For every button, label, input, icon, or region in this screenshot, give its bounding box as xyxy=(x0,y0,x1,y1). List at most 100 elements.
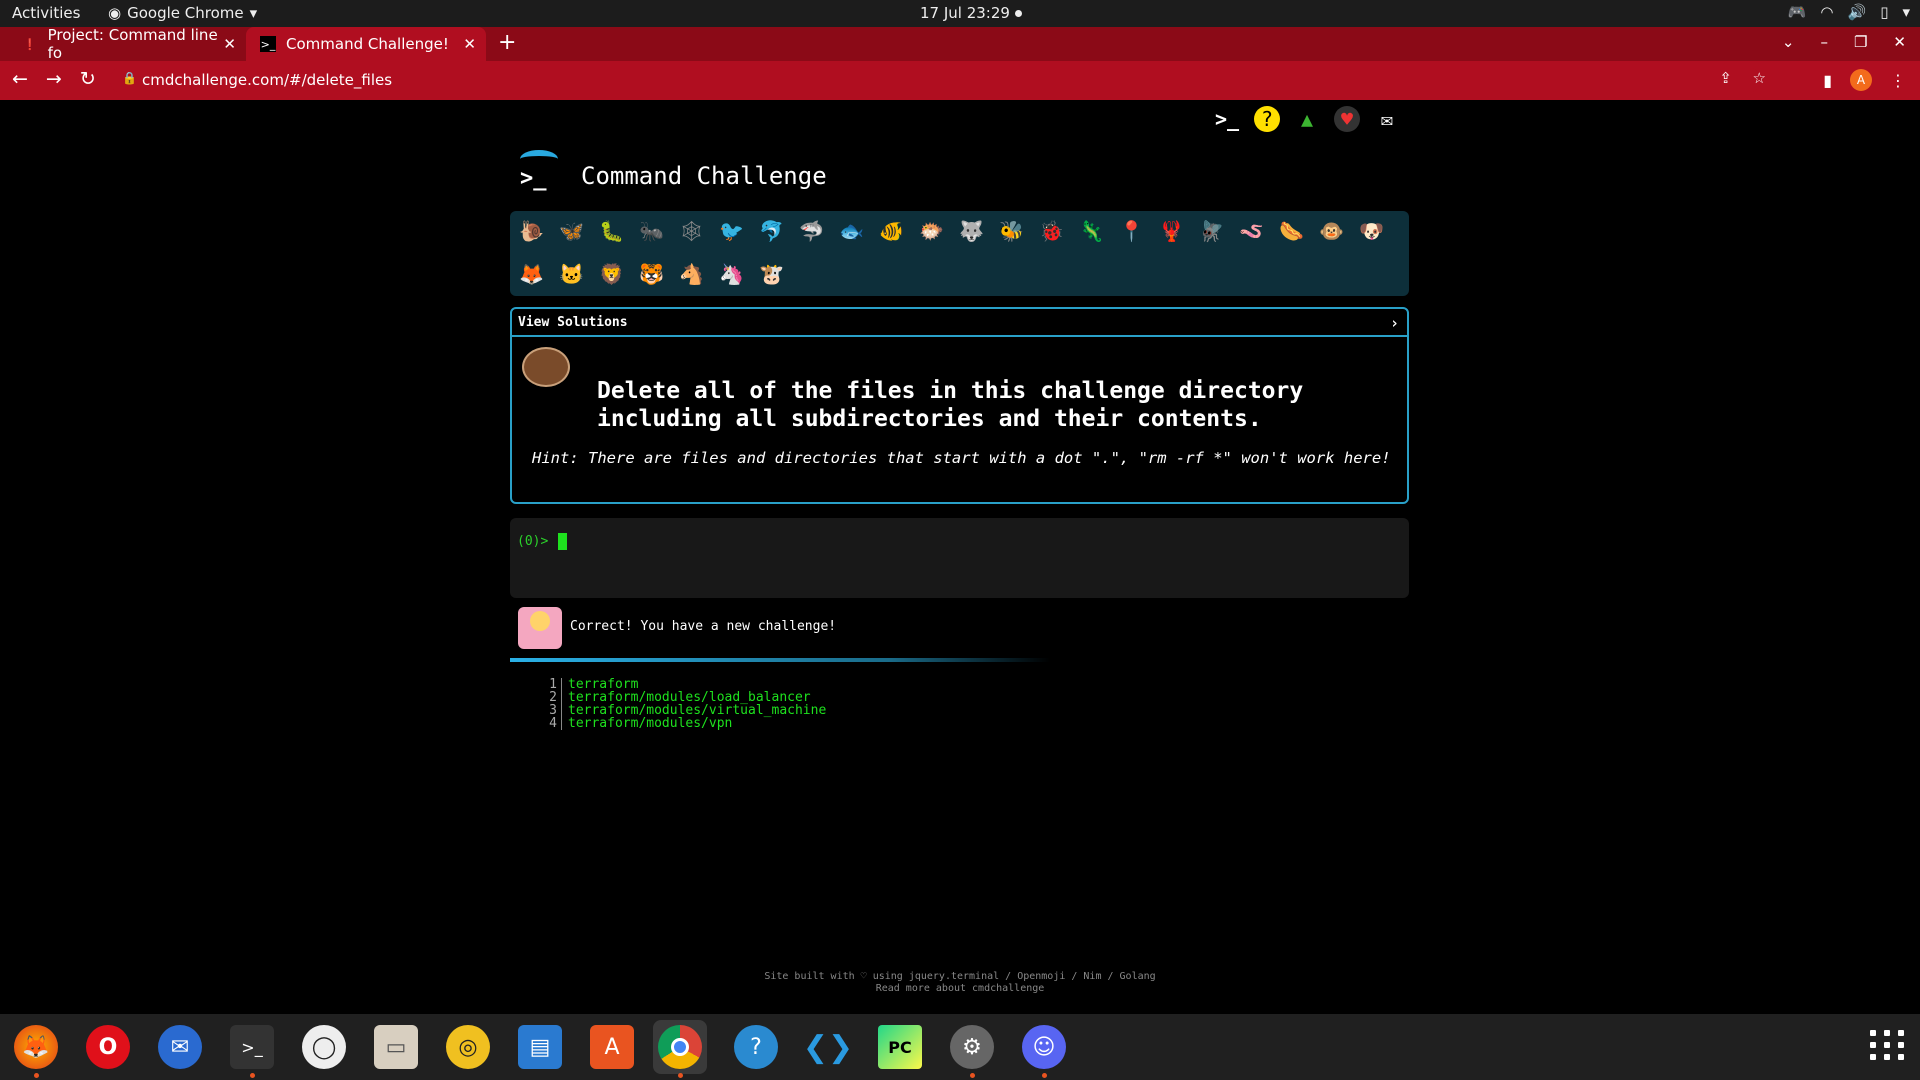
tiger-icon[interactable]: 🐯 xyxy=(636,259,667,290)
dock-opera[interactable]: O xyxy=(81,1020,135,1074)
fox-icon[interactable]: 🦊 xyxy=(516,259,547,290)
tab-command-challenge[interactable]: >_ Command Challenge! ✕ xyxy=(246,27,486,61)
mail-icon[interactable]: ✉ xyxy=(1374,106,1400,132)
dock-firefox[interactable]: 🦊 xyxy=(9,1020,63,1078)
lock-icon[interactable]: 🔒 xyxy=(122,71,137,85)
dock-files[interactable]: ▭ xyxy=(369,1020,423,1074)
dock-terminal[interactable]: >_ xyxy=(225,1020,279,1078)
worm-icon[interactable]: 🪱 xyxy=(1236,215,1267,246)
tree-icon[interactable]: ▲ xyxy=(1294,106,1320,132)
bird-icon[interactable]: 🐦 xyxy=(716,215,747,246)
restore-icon[interactable]: ❐ xyxy=(1854,33,1867,51)
volume-icon[interactable]: 🔊 xyxy=(1848,3,1867,21)
app-name: Google Chrome xyxy=(127,4,244,22)
wifi-icon[interactable]: ◠ xyxy=(1820,3,1833,21)
site-title[interactable]: Command Challenge xyxy=(581,162,827,190)
system-tray[interactable]: 🎮 ◠ 🔊 ▯ ▾ xyxy=(1788,3,1910,21)
minimize-icon[interactable]: – xyxy=(1820,33,1828,51)
reload-icon[interactable]: ↻ xyxy=(80,68,96,90)
page-content: >_ ? ▲ ♥ ✉ >_ Command Challenge 🐌 🦋 🐛 🐜 … xyxy=(0,100,1920,1014)
terminal-prompt: (0)> xyxy=(517,534,549,549)
bookmark-star-icon[interactable]: ☆ xyxy=(1753,69,1766,87)
chevron-right-icon[interactable]: › xyxy=(1390,314,1399,332)
lobster-icon[interactable]: 🦞 xyxy=(1156,215,1187,246)
lizard-icon[interactable]: 🦎 xyxy=(1076,215,1107,246)
terminal-prompt-icon: >_ xyxy=(520,166,547,191)
wolf-icon[interactable]: 🐺 xyxy=(956,215,987,246)
cat-icon[interactable]: 🐱 xyxy=(556,259,587,290)
activities-button[interactable]: Activities xyxy=(12,4,80,22)
caterpillar-icon[interactable]: 🐛 xyxy=(596,215,627,246)
sausage-icon[interactable]: 🌭 xyxy=(1276,215,1307,246)
clock[interactable]: 17 Jul 23:29 xyxy=(920,4,1010,22)
battery-icon[interactable]: ▯ xyxy=(1880,3,1888,21)
favicon-icon: ❗ xyxy=(22,37,37,51)
footer-about-link[interactable]: Read more about cmdchallenge xyxy=(0,983,1920,995)
close-window-icon[interactable]: ✕ xyxy=(1893,33,1906,51)
site-logo[interactable]: >_ xyxy=(520,150,558,192)
tropical-fish-icon[interactable]: 🐠 xyxy=(876,215,907,246)
dock-chrome[interactable] xyxy=(653,1020,707,1078)
pufferfish-icon xyxy=(522,347,570,387)
dock-thunderbird[interactable]: ✉ xyxy=(153,1020,207,1074)
window-controls: ⌄ – ❐ ✕ xyxy=(1782,33,1906,51)
command-output: 1 terraform 2 terraform/modules/load_balan… xyxy=(545,678,826,730)
ant-icon[interactable]: 🐜 xyxy=(636,215,667,246)
tab-strip: ❗ Project: Command line fo ✕ >_ Command … xyxy=(0,26,1920,62)
terminal-icon[interactable]: >_ xyxy=(1214,106,1240,132)
view-solutions-header[interactable]: View Solutions › xyxy=(512,309,1407,337)
chevron-down-icon[interactable]: ▾ xyxy=(1902,3,1910,21)
close-icon[interactable]: ✕ xyxy=(223,35,236,53)
snail-icon[interactable]: 🐌 xyxy=(516,215,547,246)
view-solutions-label[interactable]: View Solutions xyxy=(518,315,628,330)
dock-settings[interactable]: ⚙ xyxy=(945,1020,999,1078)
url-text[interactable]: cmdchallenge.com/#/delete_files xyxy=(142,71,392,89)
monkey-icon[interactable]: 🐵 xyxy=(1316,215,1347,246)
show-applications-button[interactable] xyxy=(1870,1030,1906,1060)
hint-bulb-icon[interactable]: ? xyxy=(1254,106,1280,132)
side-panel-icon[interactable]: ▮ xyxy=(1823,71,1832,90)
app-menu[interactable]: ◉ Google Chrome ▾ xyxy=(108,4,257,22)
heart-icon[interactable]: ♥ xyxy=(1334,106,1360,132)
forward-icon[interactable]: → xyxy=(46,68,62,90)
back-icon[interactable]: ← xyxy=(12,68,28,90)
fly-icon[interactable]: 🪰 xyxy=(1196,215,1227,246)
profile-avatar[interactable]: A xyxy=(1850,69,1872,91)
butterfly-icon[interactable]: 🦋 xyxy=(556,215,587,246)
menu-kebab-icon[interactable]: ⋮ xyxy=(1890,71,1906,90)
top-links: >_ ? ▲ ♥ ✉ xyxy=(1214,106,1400,132)
discord-tray-icon[interactable]: 🎮 xyxy=(1788,3,1807,21)
dog-icon[interactable]: 🐶 xyxy=(1356,215,1387,246)
pin-icon[interactable]: 📍 xyxy=(1116,215,1147,246)
dock-rhythmbox[interactable]: ◎ xyxy=(441,1020,495,1074)
pufferfish-icon[interactable]: 🐡 xyxy=(916,215,947,246)
close-icon[interactable]: ✕ xyxy=(463,35,476,53)
result-message: Correct! You have a new challenge! xyxy=(570,619,837,634)
dolphin-icon[interactable]: 🐬 xyxy=(756,215,787,246)
dock-help[interactable]: ? xyxy=(729,1020,783,1074)
dock-app-center[interactable]: A xyxy=(585,1020,639,1074)
dock-writer[interactable]: ▤ xyxy=(513,1020,567,1074)
fish-icon[interactable]: 🐟 xyxy=(836,215,867,246)
ox-icon[interactable]: 🐮 xyxy=(756,259,787,290)
lion-icon[interactable]: 🦁 xyxy=(596,259,627,290)
address-bar[interactable]: 🔒 cmdchallenge.com/#/delete_files ⇪ ☆ xyxy=(110,66,1766,94)
dock-discord[interactable]: ☺ xyxy=(1017,1020,1071,1078)
rhythmbox-icon: ◎ xyxy=(446,1025,490,1069)
unicorn-icon[interactable]: 🦄 xyxy=(716,259,747,290)
shark-icon[interactable]: 🦈 xyxy=(796,215,827,246)
challenge-description: Delete all of the files in this challeng… xyxy=(597,378,1304,432)
horse-icon[interactable]: 🐴 xyxy=(676,259,707,290)
terminal-input[interactable]: (0)> xyxy=(510,518,1409,598)
footer-credits[interactable]: Site built with ♡ using jquery.terminal … xyxy=(0,971,1920,983)
bee-icon[interactable]: 🐝 xyxy=(996,215,1027,246)
tab-search-icon[interactable]: ⌄ xyxy=(1782,33,1795,51)
new-tab-button[interactable]: + xyxy=(498,30,516,55)
ladybug-icon[interactable]: 🐞 xyxy=(1036,215,1067,246)
dock-vscode[interactable]: ❮❯ xyxy=(801,1020,855,1074)
spider-web-icon[interactable]: 🕸 xyxy=(676,215,707,246)
dock-obs[interactable]: ◯ xyxy=(297,1020,351,1074)
tab-project[interactable]: ❗ Project: Command line fo ✕ xyxy=(8,26,246,62)
share-icon[interactable]: ⇪ xyxy=(1719,69,1732,87)
dock-pycharm[interactable]: PC xyxy=(873,1020,927,1074)
